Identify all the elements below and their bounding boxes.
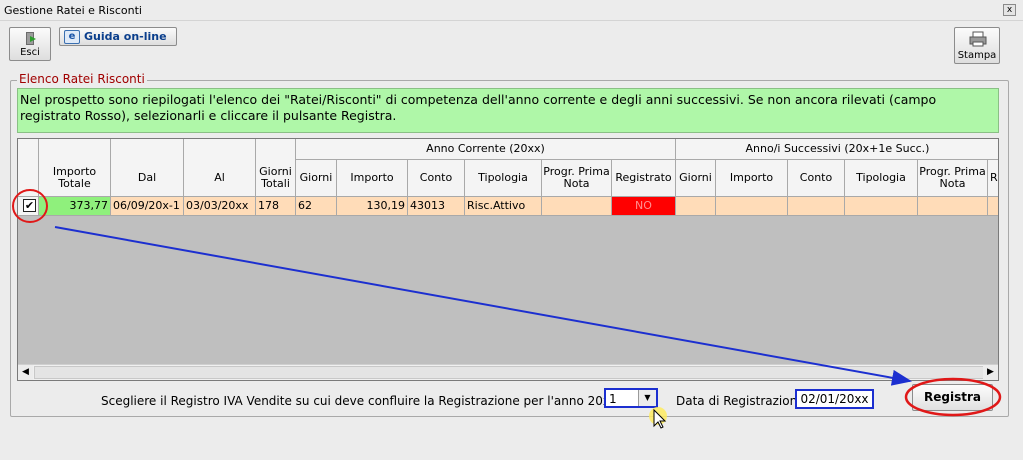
cell-al[interactable]: 03/03/20xx — [184, 197, 256, 216]
select-header — [18, 139, 39, 197]
title-bar: Gestione Ratei e Risconti x — [0, 0, 1023, 21]
cell-succ-r[interactable] — [988, 197, 998, 216]
col-succ-importo: Importo — [716, 160, 788, 197]
col-tipologia: Tipologia — [465, 160, 542, 197]
cell-succ-tipologia[interactable] — [845, 197, 918, 216]
stampa-label: Stampa — [957, 50, 997, 61]
cell-succ-progr[interactable] — [918, 197, 988, 216]
stampa-button[interactable]: Stampa — [954, 27, 1000, 64]
guida-online-button[interactable]: e Guida on-line — [59, 27, 177, 46]
cell-succ-giorni[interactable] — [676, 197, 716, 216]
help-icon: e — [64, 30, 80, 44]
col-giorni-totali: Giorni Totali — [256, 139, 296, 197]
cell-giorni-totali[interactable]: 178 — [256, 197, 296, 216]
cell-dal[interactable]: 06/09/20x-1 — [111, 197, 184, 216]
registro-value: 1 — [609, 392, 617, 406]
registro-select[interactable]: 1 ▼ — [604, 388, 658, 408]
registra-button[interactable]: Registra — [912, 384, 993, 411]
group-title: Elenco Ratei Risconti — [17, 72, 147, 86]
col-al: Al — [184, 139, 256, 197]
col-giorni: Giorni — [296, 160, 337, 197]
cell-progr[interactable] — [542, 197, 612, 216]
col-dal: Dal — [111, 139, 184, 197]
horizontal-scrollbar[interactable]: ◀ ▶ — [18, 364, 998, 380]
registro-label: Scegliere il Registro IVA Vendite su cui… — [101, 394, 618, 408]
col-succ-r: R — [988, 160, 998, 197]
cell-registrato[interactable]: NO — [612, 197, 676, 216]
info-banner: Nel prospetto sono riepilogati l'elenco … — [17, 88, 999, 133]
header-anno-corrente: Anno Corrente (20xx) — [296, 139, 676, 160]
guida-label: Guida on-line — [84, 30, 167, 43]
data-registrazione-field[interactable]: 02/01/20xx — [795, 389, 874, 409]
cell-succ-importo[interactable] — [716, 197, 788, 216]
cell-succ-conto[interactable] — [788, 197, 845, 216]
col-importo: Importo — [337, 160, 408, 197]
printer-icon — [969, 31, 987, 47]
col-succ-giorni: Giorni — [676, 160, 716, 197]
window-title: Gestione Ratei e Risconti — [4, 4, 142, 17]
cell-conto[interactable]: 43013 — [408, 197, 465, 216]
col-progr-prima-nota: Progr. Prima Nota — [542, 160, 612, 197]
scroll-right-icon[interactable]: ▶ — [983, 365, 998, 380]
scroll-thumb[interactable] — [34, 366, 984, 379]
chevron-down-icon[interactable]: ▼ — [638, 390, 656, 406]
esci-label: Esci — [20, 47, 40, 58]
cell-giorni[interactable]: 62 — [296, 197, 337, 216]
col-succ-conto: Conto — [788, 160, 845, 197]
ratei-grid[interactable]: Importo Totale Dal Al Giorni Totali Anno… — [17, 138, 999, 381]
header-anni-successivi: Anno/i Successivi (20x+1e Succ.) — [676, 139, 998, 160]
col-conto: Conto — [408, 160, 465, 197]
cell-importo[interactable]: 130,19 — [337, 197, 408, 216]
data-registrazione-label: Data di Registrazione: — [676, 394, 809, 408]
esci-button[interactable]: Esci — [9, 27, 51, 61]
cell-tipologia[interactable]: Risc.Attivo — [465, 197, 542, 216]
col-registrato: Registrato — [612, 160, 676, 197]
col-importo-totale: Importo Totale — [39, 139, 111, 197]
col-succ-tipologia: Tipologia — [845, 160, 918, 197]
exit-icon — [26, 32, 36, 45]
row-checkbox[interactable]: ✔ — [23, 199, 36, 212]
col-succ-progr: Progr. Prima Nota — [918, 160, 988, 197]
scroll-left-icon[interactable]: ◀ — [18, 365, 33, 380]
close-button[interactable]: x — [1003, 4, 1016, 16]
cell-importo-totale[interactable]: 373,77 — [39, 197, 111, 216]
